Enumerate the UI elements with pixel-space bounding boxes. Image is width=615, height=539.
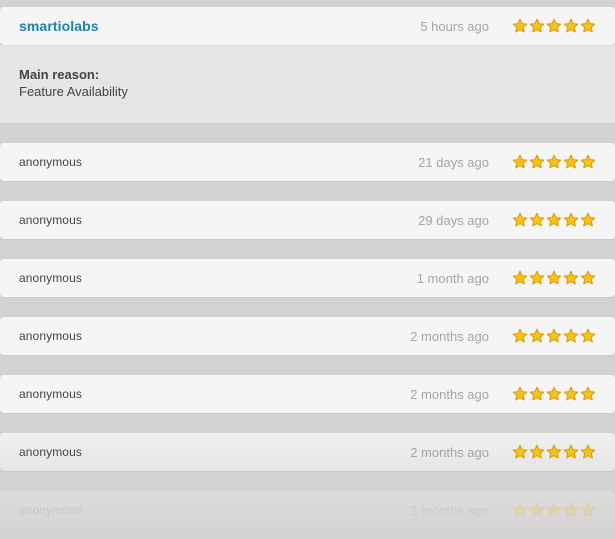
- star-rating: [512, 444, 596, 460]
- star-rating: [512, 270, 596, 286]
- star-filled-icon: [529, 212, 545, 227]
- review-time: 29 days ago: [418, 212, 489, 228]
- star-filled-icon: [563, 270, 579, 285]
- reviewer-name: anonymous: [19, 213, 82, 227]
- review-reason: Main reason: Feature Availability: [0, 45, 615, 123]
- star-filled-icon: [512, 154, 528, 169]
- review-item: anonymous 2 months ago: [0, 433, 615, 471]
- review-header: anonymous 1 month ago: [0, 259, 615, 297]
- star-filled-icon: [580, 386, 596, 401]
- star-rating: [512, 154, 596, 170]
- reason-value: Feature Availability: [19, 84, 128, 99]
- star-filled-icon: [546, 444, 562, 459]
- review-item: anonymous 21 days ago: [0, 143, 615, 181]
- review-item: anonymous 29 days ago: [0, 201, 615, 239]
- reviewer-name-link[interactable]: smartiolabs: [19, 18, 99, 34]
- review-item-featured: smartiolabs 5 hours ago Main reason: Fea…: [0, 7, 615, 123]
- star-filled-icon: [512, 386, 528, 401]
- star-filled-icon: [580, 328, 596, 343]
- star-filled-icon: [512, 212, 528, 227]
- star-rating: [512, 18, 596, 34]
- review-header: anonymous 3 months ago: [0, 491, 615, 529]
- review-time: 3 months ago: [410, 502, 489, 518]
- star-rating: [512, 502, 596, 518]
- review-header: anonymous 29 days ago: [0, 201, 615, 239]
- star-filled-icon: [580, 444, 596, 459]
- review-header: smartiolabs 5 hours ago: [0, 7, 615, 45]
- star-filled-icon: [529, 444, 545, 459]
- review-header: anonymous 21 days ago: [0, 143, 615, 181]
- star-rating: [512, 212, 596, 228]
- star-filled-icon: [529, 270, 545, 285]
- review-item: anonymous 2 months ago: [0, 375, 615, 413]
- review-header: anonymous 2 months ago: [0, 375, 615, 413]
- star-filled-icon: [580, 18, 596, 33]
- star-rating: [512, 386, 596, 402]
- reviewer-name: anonymous: [19, 387, 82, 401]
- star-filled-icon: [512, 270, 528, 285]
- review-time: 2 months ago: [410, 386, 489, 402]
- star-filled-icon: [580, 212, 596, 227]
- review-item: anonymous 3 months ago: [0, 491, 615, 529]
- star-filled-icon: [529, 502, 545, 517]
- star-filled-icon: [546, 502, 562, 517]
- star-filled-icon: [512, 328, 528, 343]
- review-header: anonymous 2 months ago: [0, 433, 615, 471]
- star-filled-icon: [563, 502, 579, 517]
- review-time: 1 month ago: [416, 270, 489, 286]
- star-filled-icon: [580, 270, 596, 285]
- review-item: anonymous 2 months ago: [0, 317, 615, 355]
- reviewer-name: anonymous: [19, 445, 82, 459]
- star-filled-icon: [529, 328, 545, 343]
- review-time: 21 days ago: [418, 154, 489, 170]
- star-filled-icon: [529, 386, 545, 401]
- review-time: 2 months ago: [410, 444, 489, 460]
- reviewer-name: anonymous: [19, 271, 82, 285]
- star-filled-icon: [546, 18, 562, 33]
- star-filled-icon: [546, 328, 562, 343]
- star-filled-icon: [580, 502, 596, 517]
- star-filled-icon: [563, 444, 579, 459]
- reviewer-name: anonymous: [19, 503, 82, 517]
- star-filled-icon: [546, 270, 562, 285]
- star-filled-icon: [563, 18, 579, 33]
- star-filled-icon: [563, 386, 579, 401]
- star-filled-icon: [512, 502, 528, 517]
- reviewer-name: anonymous: [19, 329, 82, 343]
- review-header: anonymous 2 months ago: [0, 317, 615, 355]
- star-rating: [512, 328, 596, 344]
- review-item: anonymous 1 month ago: [0, 259, 615, 297]
- star-filled-icon: [512, 444, 528, 459]
- review-time: 5 hours ago: [420, 18, 489, 34]
- reason-label: Main reason:: [19, 67, 100, 82]
- star-filled-icon: [546, 154, 562, 169]
- star-filled-icon: [563, 154, 579, 169]
- star-filled-icon: [563, 328, 579, 343]
- review-time: 2 months ago: [410, 328, 489, 344]
- star-filled-icon: [529, 18, 545, 33]
- star-filled-icon: [563, 212, 579, 227]
- star-filled-icon: [529, 154, 545, 169]
- star-filled-icon: [546, 386, 562, 401]
- star-filled-icon: [546, 212, 562, 227]
- star-filled-icon: [512, 18, 528, 33]
- reviewer-name: anonymous: [19, 155, 82, 169]
- star-filled-icon: [580, 154, 596, 169]
